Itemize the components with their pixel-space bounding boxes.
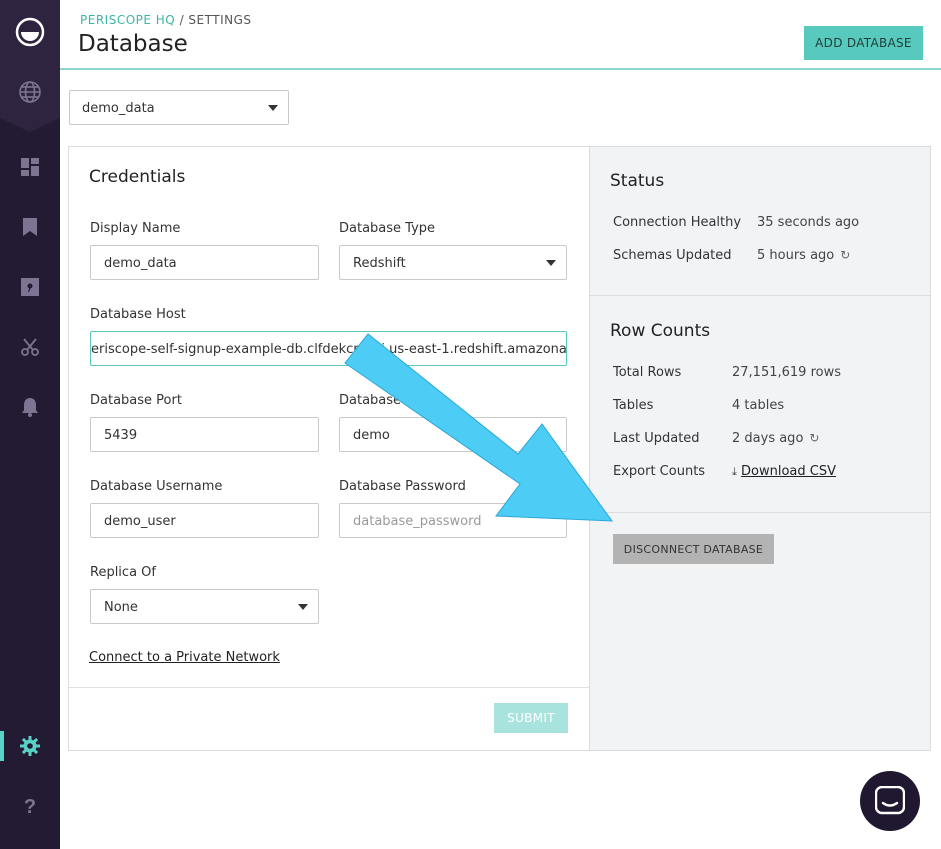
display-name-input[interactable]: demo_data bbox=[90, 245, 319, 280]
quote-icon[interactable] bbox=[15, 272, 45, 302]
disconnect-database-button[interactable]: DISCONNECT DATABASE bbox=[613, 534, 774, 564]
tables-value: 4 tables bbox=[732, 398, 785, 413]
breadcrumb-separator: / bbox=[175, 13, 189, 27]
schemas-updated-value: 5 hours ago bbox=[757, 248, 835, 263]
download-icon: ⤓ bbox=[732, 465, 737, 478]
database-username-label: Database Username bbox=[90, 479, 223, 494]
database-username-value: demo_user bbox=[104, 514, 176, 529]
page-header: PERISCOPE HQ / SETTINGS Database ADD DAT… bbox=[60, 0, 941, 70]
help-icon[interactable]: ? bbox=[15, 792, 45, 822]
bell-icon[interactable] bbox=[15, 392, 45, 422]
chevron-down-icon bbox=[268, 105, 278, 111]
display-name-label: Display Name bbox=[90, 221, 181, 236]
scissors-icon[interactable] bbox=[15, 332, 45, 362]
annotation-arrow-icon bbox=[344, 333, 614, 522]
connection-healthy-label: Connection Healthy bbox=[613, 215, 742, 230]
credentials-title: Credentials bbox=[89, 167, 186, 187]
submit-button[interactable]: SUBMIT bbox=[494, 703, 568, 733]
replica-of-value: None bbox=[104, 600, 138, 615]
chat-launcher-button[interactable] bbox=[860, 771, 920, 831]
database-port-value: 5439 bbox=[104, 428, 138, 443]
sidebar-notch bbox=[0, 118, 60, 132]
chevron-down-icon bbox=[298, 604, 308, 610]
refresh-icon[interactable]: ↻ bbox=[809, 431, 819, 445]
breadcrumb-current: SETTINGS bbox=[188, 13, 252, 27]
breadcrumb-home[interactable]: PERISCOPE HQ bbox=[80, 13, 175, 27]
chat-icon bbox=[875, 786, 905, 815]
page-title: Database bbox=[78, 31, 188, 57]
download-csv-link[interactable]: ⤓ Download CSV bbox=[732, 464, 836, 479]
schemas-updated-row: 5 hours ago ↻ bbox=[757, 248, 850, 263]
replica-of-label: Replica Of bbox=[90, 565, 156, 580]
database-port-input[interactable]: 5439 bbox=[90, 417, 319, 452]
replica-of-select[interactable]: None bbox=[90, 589, 319, 624]
database-type-select[interactable]: Redshift bbox=[339, 245, 567, 280]
connection-healthy-value: 35 seconds ago bbox=[757, 215, 860, 230]
credentials-footer-divider bbox=[69, 687, 589, 688]
globe-icon[interactable] bbox=[15, 77, 45, 107]
gear-icon[interactable] bbox=[15, 731, 45, 761]
status-panel: Status Connection Healthy 35 seconds ago… bbox=[589, 147, 931, 750]
download-csv-label: Download CSV bbox=[741, 464, 836, 479]
add-database-button[interactable]: ADD DATABASE bbox=[804, 26, 923, 60]
refresh-icon[interactable]: ↻ bbox=[840, 248, 850, 262]
dashboard-icon[interactable] bbox=[15, 152, 45, 182]
status-divider bbox=[590, 295, 931, 296]
logo-icon[interactable] bbox=[15, 17, 45, 47]
active-nav-indicator bbox=[0, 731, 4, 761]
database-selector[interactable]: demo_data bbox=[69, 90, 289, 125]
database-port-label: Database Port bbox=[90, 393, 182, 408]
total-rows-value: 27,151,619 rows bbox=[732, 365, 841, 380]
display-name-value: demo_data bbox=[104, 256, 177, 271]
database-selector-value: demo_data bbox=[82, 101, 155, 116]
last-updated-row: 2 days ago ↻ bbox=[732, 431, 819, 446]
last-updated-value: 2 days ago bbox=[732, 431, 804, 446]
row-counts-divider bbox=[590, 512, 931, 513]
private-network-link[interactable]: Connect to a Private Network bbox=[89, 650, 280, 665]
database-type-label: Database Type bbox=[339, 221, 436, 236]
chevron-down-icon bbox=[546, 260, 556, 266]
bookmark-icon[interactable] bbox=[15, 212, 45, 242]
status-title: Status bbox=[610, 171, 665, 191]
database-username-input[interactable]: demo_user bbox=[90, 503, 319, 538]
database-type-value: Redshift bbox=[353, 256, 406, 271]
sidebar: ? bbox=[0, 0, 60, 849]
schemas-updated-label: Schemas Updated bbox=[613, 248, 732, 263]
breadcrumb: PERISCOPE HQ / SETTINGS bbox=[80, 13, 252, 27]
database-host-label: Database Host bbox=[90, 307, 186, 322]
